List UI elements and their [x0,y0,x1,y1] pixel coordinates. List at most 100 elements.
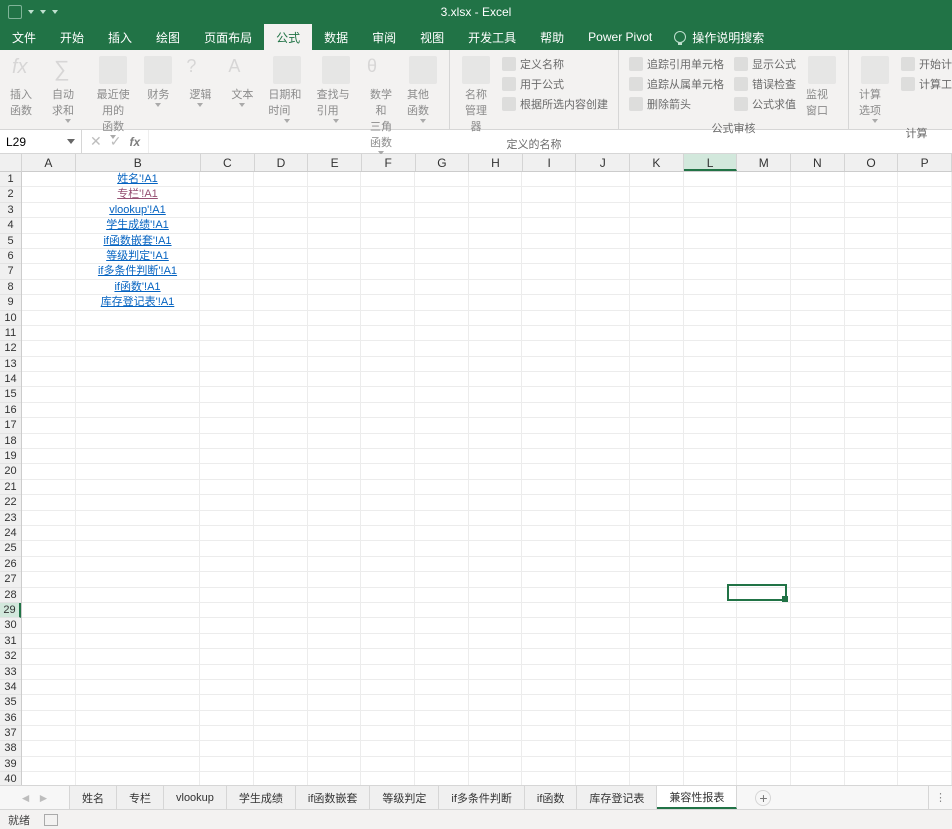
cell[interactable] [415,311,469,326]
formula-input[interactable] [149,130,952,153]
cell[interactable] [898,511,952,526]
cell[interactable] [630,495,684,510]
cell[interactable] [684,418,738,433]
cell[interactable] [845,588,899,603]
cell[interactable] [630,203,684,218]
cell[interactable] [22,234,76,249]
cell[interactable] [737,495,791,510]
column-header[interactable]: P [898,154,952,171]
cell[interactable] [522,665,576,680]
hyperlink[interactable]: 专栏'!A1 [117,188,158,200]
cell[interactable] [898,603,952,618]
cell[interactable] [684,403,738,418]
hyperlink[interactable]: 库存登记表'!A1 [101,296,175,308]
cell[interactable] [845,541,899,556]
cell[interactable] [791,326,845,341]
cell[interactable] [898,741,952,756]
cell[interactable] [254,680,308,695]
cell[interactable] [737,434,791,449]
tab-formulas[interactable]: 公式 [264,24,312,50]
save-icon[interactable] [8,5,22,19]
cell[interactable] [737,280,791,295]
cell[interactable] [791,772,845,785]
cell[interactable] [361,372,415,387]
cell[interactable] [576,341,630,356]
cell[interactable] [845,264,899,279]
cell[interactable] [630,741,684,756]
row-headers[interactable]: 1234567891011121314151617181920212223242… [0,172,22,785]
cell[interactable] [22,434,76,449]
cell[interactable] [22,665,76,680]
column-header[interactable]: O [845,154,899,171]
cell[interactable] [898,557,952,572]
cell[interactable] [630,757,684,772]
cell[interactable] [898,588,952,603]
cell[interactable] [576,449,630,464]
cell[interactable] [76,741,201,756]
sheet-scroll-right[interactable]: ⋮ [928,786,952,809]
cell[interactable] [522,464,576,479]
cell[interactable] [684,711,738,726]
cell[interactable] [576,526,630,541]
cell[interactable] [845,772,899,785]
cell[interactable] [22,772,76,785]
row-header[interactable]: 17 [0,418,21,433]
row-header[interactable]: 25 [0,541,21,556]
autosum-button[interactable]: ∑自动求和 [48,54,88,125]
cell[interactable] [522,680,576,695]
tab-developer[interactable]: 开发工具 [456,24,528,50]
cell[interactable] [522,249,576,264]
cell[interactable] [76,649,201,664]
column-header[interactable]: H [469,154,523,171]
cell[interactable] [76,541,201,556]
cell[interactable] [200,557,254,572]
cell[interactable] [737,541,791,556]
cell[interactable] [630,295,684,310]
cell[interactable] [469,511,523,526]
cell[interactable] [898,480,952,495]
row-header[interactable]: 6 [0,249,21,264]
cell[interactable] [522,341,576,356]
cell[interactable] [22,172,76,187]
cell[interactable] [630,618,684,633]
cell[interactable] [308,649,362,664]
cell[interactable] [415,541,469,556]
cell[interactable] [845,418,899,433]
cell[interactable] [845,403,899,418]
name-box[interactable]: L29 [0,130,82,153]
cell[interactable] [469,249,523,264]
cell[interactable] [576,603,630,618]
cell[interactable] [737,480,791,495]
cell[interactable] [254,403,308,418]
cell[interactable] [361,557,415,572]
cell[interactable] [522,403,576,418]
cell[interactable] [737,341,791,356]
cell[interactable] [22,649,76,664]
cell[interactable] [576,572,630,587]
cell[interactable] [684,203,738,218]
row-header[interactable]: 16 [0,403,21,418]
cell[interactable] [308,741,362,756]
cell[interactable] [361,526,415,541]
cell[interactable] [22,218,76,233]
cell[interactable] [737,526,791,541]
sheet-tab[interactable]: 专栏 [117,786,164,809]
cell[interactable] [791,234,845,249]
cell[interactable] [845,372,899,387]
cell[interactable] [76,326,201,341]
cell[interactable] [200,772,254,785]
hyperlink[interactable]: 等级判定'!A1 [106,250,169,262]
cell[interactable] [22,464,76,479]
column-header[interactable]: L [684,154,738,171]
cell[interactable] [469,387,523,402]
column-header[interactable]: B [76,154,201,171]
cell[interactable] [684,434,738,449]
cell[interactable] [308,618,362,633]
trace-precedents-button[interactable]: 追踪引用单元格 [625,54,728,74]
cell[interactable] [898,680,952,695]
cell[interactable] [22,311,76,326]
cell[interactable] [791,172,845,187]
cell[interactable] [254,541,308,556]
sheet-nav[interactable]: ◄► [0,786,70,809]
macro-record-icon[interactable] [44,814,58,826]
